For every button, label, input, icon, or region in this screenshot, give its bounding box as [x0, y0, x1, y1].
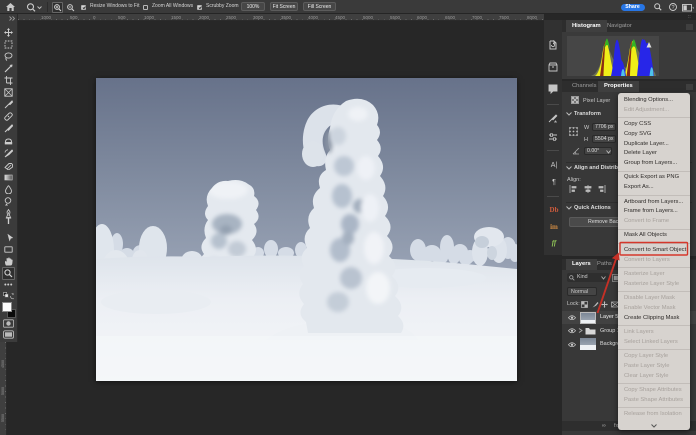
- svg-text:?: ?: [671, 5, 674, 11]
